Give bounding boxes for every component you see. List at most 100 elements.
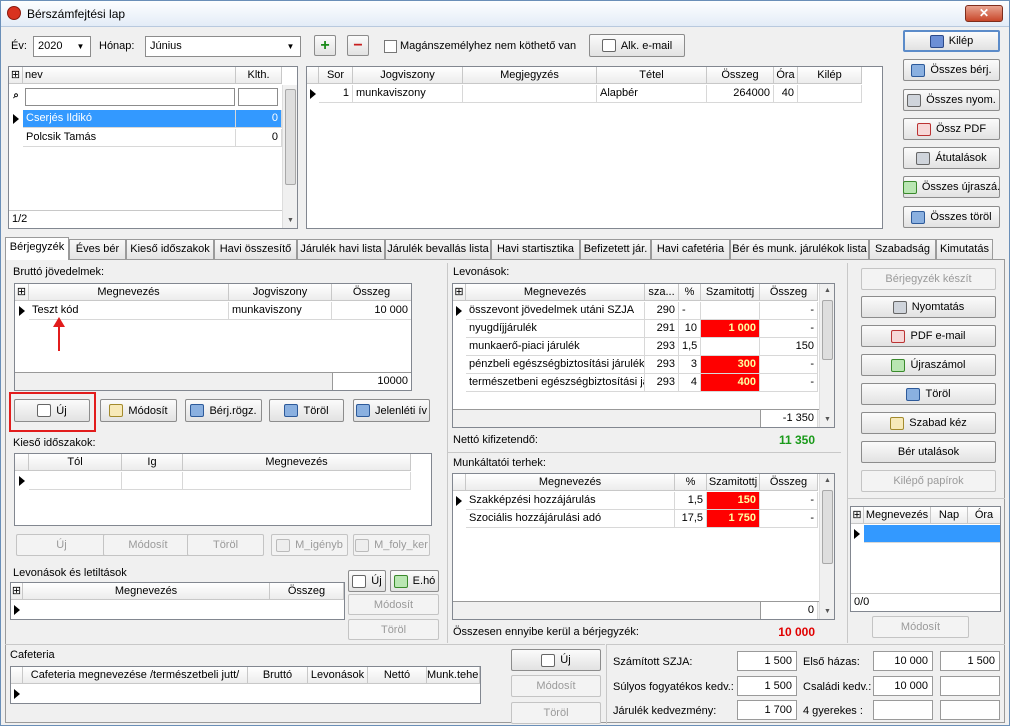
delete-payslip-button[interactable]: Töröl <box>861 383 996 405</box>
delete-income-button[interactable]: Töröl <box>269 399 344 422</box>
employer-cost-osszeg[interactable]: - <box>760 492 818 510</box>
days-hours-grid[interactable]: ⊞ Megnevezés Nap Óra 0/0 <box>850 506 1001 612</box>
delete-deduction-button[interactable]: Töröl <box>348 619 439 640</box>
header-ora[interactable]: Óra <box>968 507 1000 524</box>
header-szamitottj[interactable]: Szamitottj <box>707 474 760 491</box>
close-button[interactable]: ✕ <box>965 5 1003 22</box>
eho-button[interactable]: E.hó <box>390 570 439 592</box>
header-megnevezes[interactable]: Megnevezés <box>29 284 229 301</box>
deduction-osszeg[interactable]: - <box>760 374 818 392</box>
header-tetel[interactable]: Tétel <box>597 67 707 84</box>
tab-szabadsag[interactable]: Szabadság <box>869 239 936 259</box>
contract-grid[interactable]: Sor Jogviszony Megjegyzés Tétel Összeg Ó… <box>306 66 883 229</box>
deduction-sza[interactable]: 293 <box>645 374 679 392</box>
name-filter-input[interactable] <box>25 88 235 106</box>
employer-costs-scrollbar[interactable]: ▲ ▼ <box>819 474 834 619</box>
grid-settings-icon[interactable]: ⊞ <box>9 67 23 84</box>
contract-kilep[interactable] <box>798 85 862 103</box>
salary-transfers-button[interactable]: Bér utalások <box>861 441 996 463</box>
brutto-row-osszeg[interactable]: 10 000 <box>332 302 411 320</box>
payslip-record-button[interactable]: Bérj.rögz. <box>185 399 262 422</box>
grid-settings-icon[interactable]: ⊞ <box>15 284 29 301</box>
deduction-megnevezes[interactable]: munkaerő-piaci járulék <box>466 338 645 356</box>
header-megnevezes[interactable]: Megnevezés <box>466 284 645 301</box>
print-all-button[interactable]: Összes nyom. <box>903 89 1000 111</box>
header-osszeg[interactable]: Összeg <box>707 67 774 84</box>
contract-ora[interactable]: 40 <box>774 85 798 103</box>
grid-settings-icon[interactable]: ⊞ <box>11 583 23 600</box>
new-cafeteria-button[interactable]: Új <box>511 649 601 671</box>
private-person-checkbox[interactable] <box>384 40 397 53</box>
deductions-grid[interactable]: ⊞ Megnevezés sza... % Szamitottj Összeg … <box>452 283 835 428</box>
header-sor[interactable]: Sor <box>319 67 353 84</box>
header-ora[interactable]: Óra <box>774 67 798 84</box>
all-payslips-button[interactable]: Összes bérj. <box>903 59 1000 81</box>
deduction-megnevezes[interactable]: összevont jövedelmek utáni SZJA <box>466 302 645 320</box>
tab-kimutatas[interactable]: Kimutatás <box>936 239 993 259</box>
employer-cost-pct[interactable]: 17,5 <box>675 510 707 528</box>
header-netto[interactable]: Nettó <box>368 667 427 684</box>
person-row-name[interactable]: Cserjés Ildikó <box>23 110 236 128</box>
transfers-button[interactable]: Átutalások <box>903 147 1000 169</box>
deduction-pct[interactable]: 10 <box>679 320 701 338</box>
modify-days-button[interactable]: Módosít <box>872 616 969 638</box>
employer-cost-megnevezes[interactable]: Szakképzési hozzájárulás <box>466 492 675 510</box>
deduction-pct[interactable]: 1,5 <box>679 338 701 356</box>
person-grid-scrollbar[interactable]: ▼ <box>282 85 297 228</box>
kieso-empty-cell[interactable] <box>29 472 122 490</box>
employer-cost-megnevezes[interactable]: Szociális hozzájárulási adó <box>466 510 675 528</box>
scroll-down-icon[interactable]: ▼ <box>283 214 297 228</box>
deduction-szamitott[interactable]: 300 <box>701 356 760 374</box>
header-megnevezes[interactable]: Megnevezés <box>23 583 270 600</box>
header-cafeteria-megnevezese[interactable]: Cafeteria megnevezése /természetbeli jut… <box>23 667 248 684</box>
scroll-down-icon[interactable]: ▼ <box>820 605 834 619</box>
scroll-up-icon[interactable]: ▲ <box>820 284 834 298</box>
header-osszeg[interactable]: Összeg <box>270 583 344 600</box>
header-jogviszony[interactable]: Jogviszony <box>229 284 332 301</box>
scroll-down-icon[interactable]: ▼ <box>820 413 834 427</box>
deduction-osszeg[interactable]: - <box>760 356 818 374</box>
new-deduction-button[interactable]: Új <box>348 570 386 592</box>
deductions-garnish-grid[interactable]: ⊞ Megnevezés Összeg <box>10 582 345 620</box>
deduction-sza[interactable]: 293 <box>645 356 679 374</box>
deduction-sza[interactable]: 291 <box>645 320 679 338</box>
deduction-pct[interactable]: - <box>679 302 701 320</box>
tab-havi-startisztika[interactable]: Havi startisztika <box>491 239 580 259</box>
modify-cafeteria-button[interactable]: Módosít <box>511 675 601 697</box>
deduction-sza[interactable]: 290 <box>645 302 679 320</box>
kieso-empty-cell[interactable] <box>122 472 183 490</box>
deduction-szamitott[interactable] <box>701 302 760 320</box>
header-brutto[interactable]: Bruttó <box>248 667 308 684</box>
all-pdf-button[interactable]: Össz PDF <box>903 118 1000 140</box>
employer-cost-osszeg[interactable]: - <box>760 510 818 528</box>
add-person-button[interactable]: + <box>314 35 336 56</box>
person-row-klth[interactable]: 0 <box>236 110 282 128</box>
header-nap[interactable]: Nap <box>931 507 968 524</box>
pdf-email-button[interactable]: PDF e-mail <box>861 325 996 347</box>
grid-settings-icon[interactable]: ⊞ <box>453 284 466 301</box>
deduction-osszeg[interactable]: - <box>760 320 818 338</box>
tab-havi-osszesito[interactable]: Havi összesítő <box>214 239 297 259</box>
deduction-sza[interactable]: 293 <box>645 338 679 356</box>
contract-jogviszony[interactable]: munkaviszony <box>353 85 463 103</box>
employer-cost-szamitott[interactable]: 1 750 <box>707 510 760 528</box>
header-pct[interactable]: % <box>675 474 707 491</box>
m-foly-ker-button[interactable]: M_foly_ker <box>353 534 430 556</box>
contract-tetel[interactable]: Alapbér <box>597 85 707 103</box>
header-osszeg[interactable]: Összeg <box>760 474 818 491</box>
person-row-name[interactable]: Polcsik Tamás <box>23 129 236 147</box>
deduction-megnevezes[interactable]: nyugdíjjárulék <box>466 320 645 338</box>
exit-button[interactable]: Kilép <box>903 30 1000 52</box>
attendance-sheet-button[interactable]: Jelenléti ív <box>353 399 430 422</box>
deduction-megnevezes[interactable]: pénzbeli egészségbiztosítási járulék <box>466 356 645 374</box>
modify-deduction-button[interactable]: Módosít <box>348 594 439 615</box>
grid-settings-icon[interactable]: ⊞ <box>851 507 864 524</box>
header-nev[interactable]: nev <box>23 67 236 84</box>
brutto-row-jogviszony[interactable]: munkaviszony <box>229 302 332 320</box>
tab-eves-ber[interactable]: Éves bér <box>69 239 126 259</box>
deduction-pct[interactable]: 3 <box>679 356 701 374</box>
m-igenyb-button[interactable]: M_igényb <box>271 534 348 556</box>
tab-befizetett-jar[interactable]: Befizetett jár. <box>580 239 651 259</box>
person-grid[interactable]: ⊞ nev Klth. ⌕ Cserjés Ildikó 0 Polcsik T… <box>8 66 298 229</box>
free-hand-button[interactable]: Szabad kéz <box>861 412 996 434</box>
